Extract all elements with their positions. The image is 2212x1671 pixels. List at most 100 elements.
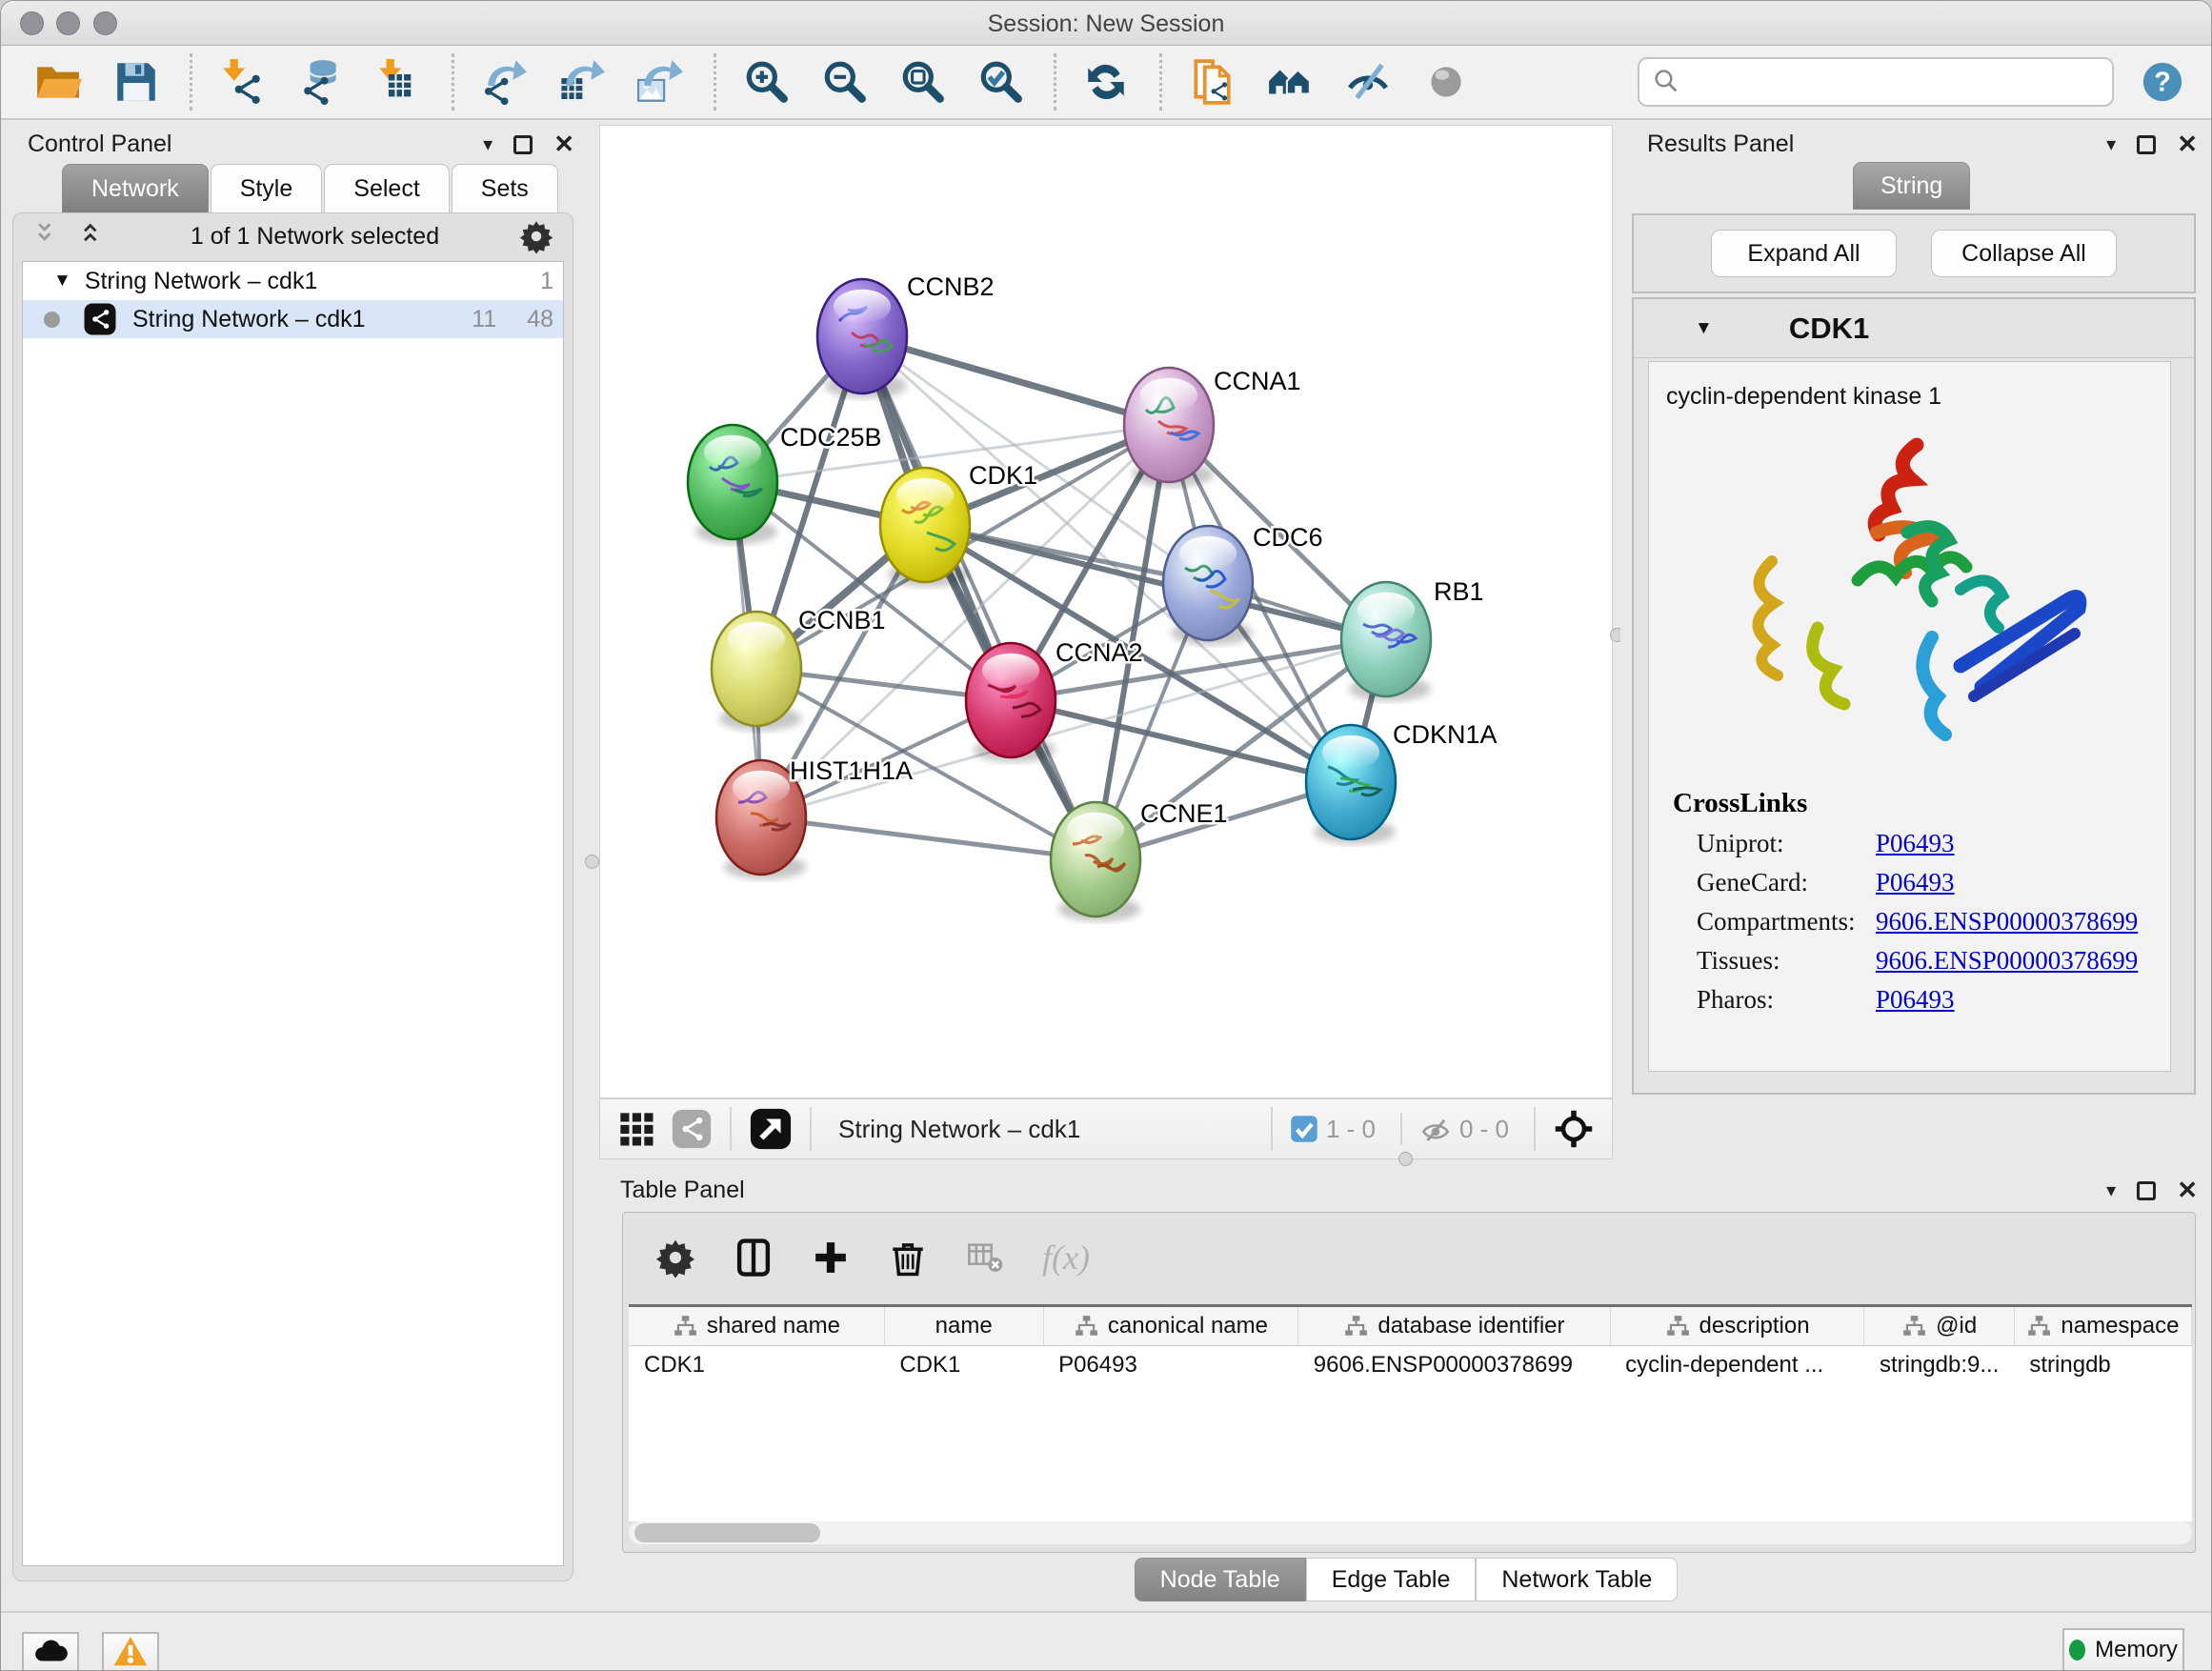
- memory-button[interactable]: Memory: [2062, 1628, 2184, 1671]
- gear-icon[interactable]: [519, 219, 553, 253]
- column-header-namespace[interactable]: namespace: [2014, 1307, 2191, 1345]
- collapse-all-networks-icon[interactable]: [32, 220, 65, 252]
- network-overview-icon[interactable]: [671, 1108, 713, 1150]
- network-canvas[interactable]: CCNB2CCNA1CDC25BCDK1CDC6RB1CCNB1CCNA2CDK…: [599, 125, 1613, 1098]
- float-results-icon[interactable]: ▾: [2106, 132, 2116, 156]
- crosshair-icon[interactable]: [1553, 1108, 1595, 1150]
- horizontal-splitter-handle[interactable]: [1398, 1152, 1413, 1166]
- import-network-file-button[interactable]: [217, 57, 267, 107]
- birds-eye-view-icon[interactable]: [749, 1107, 793, 1151]
- plus-icon[interactable]: [812, 1238, 850, 1277]
- crosslink-link[interactable]: P06493: [1876, 868, 1955, 897]
- node-CCNB1[interactable]: [712, 612, 801, 731]
- search-box[interactable]: [1638, 57, 2114, 107]
- node-CDK1[interactable]: [880, 468, 970, 587]
- help-button[interactable]: ?: [2141, 60, 2184, 104]
- column-header-id[interactable]: @id: [1864, 1307, 2014, 1345]
- network-row[interactable]: String Network – cdk1 11 48: [23, 300, 563, 338]
- node-CCNB2[interactable]: [817, 279, 907, 398]
- tab-select[interactable]: Select: [324, 164, 449, 213]
- tab-sets[interactable]: Sets: [452, 164, 558, 213]
- show-columns-icon[interactable]: [734, 1238, 774, 1278]
- expand-all-button[interactable]: Expand All: [1711, 230, 1897, 277]
- cloud-button[interactable]: [22, 1632, 79, 1671]
- export-image-button[interactable]: [635, 57, 685, 107]
- center-view-icon[interactable]: [1553, 1108, 1595, 1150]
- export-network-button[interactable]: [479, 57, 529, 107]
- export-table-button[interactable]: [557, 57, 607, 107]
- show-grid-icon[interactable]: [617, 1110, 655, 1148]
- node-RB1[interactable]: [1341, 582, 1431, 701]
- tab-network[interactable]: Network: [62, 164, 209, 213]
- overview-share-icon[interactable]: [671, 1108, 713, 1150]
- birds-eye-icon[interactable]: [749, 1107, 793, 1151]
- close-results-icon[interactable]: ✕: [2177, 130, 2198, 159]
- table-cell[interactable]: P06493: [1043, 1345, 1298, 1385]
- table-options-gear-icon[interactable]: [655, 1238, 695, 1278]
- string-network-graph[interactable]: CCNB2CCNA1CDC25BCDK1CDC6RB1CCNB1CCNA2CDK…: [600, 126, 1612, 1097]
- left-splitter-handle[interactable]: [585, 855, 599, 869]
- gene-expander-icon[interactable]: ▼: [1695, 318, 1713, 339]
- zoom-fit-button[interactable]: [897, 57, 947, 107]
- expand-all-networks-icon[interactable]: [78, 220, 111, 252]
- collapse-all-button[interactable]: Collapse All: [1931, 230, 2117, 277]
- node-CDC25B[interactable]: [688, 425, 777, 544]
- import-network-database-button[interactable]: [295, 57, 345, 107]
- search-input[interactable]: [1693, 69, 2093, 95]
- table-cell[interactable]: CDK1: [884, 1345, 1043, 1385]
- ball-button[interactable]: [1421, 57, 1471, 107]
- node-CCNA2[interactable]: [966, 643, 1056, 762]
- crosslink-link[interactable]: P06493: [1876, 829, 1955, 858]
- save-session-button[interactable]: [111, 57, 161, 107]
- column-header-description[interactable]: description: [1610, 1307, 1864, 1345]
- open-session-button[interactable]: [33, 57, 83, 107]
- selected-nodes-checkbox-icon[interactable]: [1290, 1115, 1318, 1143]
- grid-icon[interactable]: [617, 1110, 655, 1148]
- expand-all-icon[interactable]: [78, 220, 111, 252]
- maximize-results-icon[interactable]: [2137, 135, 2156, 154]
- tab-edge-table[interactable]: Edge Table: [1306, 1558, 1477, 1601]
- column-header-sharedname[interactable]: shared name: [629, 1307, 884, 1345]
- home-button[interactable]: [1265, 57, 1315, 107]
- column-header-databaseidentifier[interactable]: database identifier: [1298, 1307, 1610, 1345]
- network-options-gear-icon[interactable]: [519, 219, 553, 253]
- table-cell[interactable]: CDK1: [629, 1345, 884, 1385]
- column-header-canonicalname[interactable]: canonical name: [1043, 1307, 1298, 1345]
- trash-icon[interactable]: [888, 1238, 928, 1278]
- gene-section-header[interactable]: ▼ CDK1: [1634, 299, 2194, 358]
- tab-string[interactable]: String: [1853, 162, 1970, 210]
- table-cell[interactable]: 9606.ENSP00000378699: [1298, 1345, 1610, 1385]
- maximize-panel-icon[interactable]: [513, 135, 533, 154]
- help-icon[interactable]: ?: [2141, 60, 2184, 104]
- crosslink-link[interactable]: P06493: [1876, 985, 1955, 1015]
- table-row[interactable]: CDK1CDK1P064939606.ENSP00000378699cyclin…: [629, 1345, 2192, 1385]
- node-CDC6[interactable]: [1163, 526, 1253, 645]
- close-table-icon[interactable]: ✕: [2177, 1176, 2198, 1205]
- tab-node-table[interactable]: Node Table: [1135, 1558, 1306, 1601]
- close-panel-icon[interactable]: ✕: [553, 130, 574, 159]
- zoom-in-button[interactable]: [741, 57, 791, 107]
- zoom-out-button[interactable]: [819, 57, 869, 107]
- node-CDKN1A[interactable]: [1306, 725, 1396, 844]
- warning-button[interactable]: [102, 1632, 159, 1671]
- tab-network-table[interactable]: Network Table: [1476, 1558, 1678, 1601]
- crosslink-link[interactable]: 9606.ENSP00000378699: [1876, 907, 2138, 936]
- columns-icon[interactable]: [734, 1238, 774, 1278]
- import-table-button[interactable]: [373, 57, 423, 107]
- table-cell[interactable]: stringdb: [2014, 1345, 2191, 1385]
- table-gear-icon[interactable]: [655, 1238, 695, 1278]
- refresh-button[interactable]: [1081, 57, 1131, 107]
- crosslink-link[interactable]: 9606.ENSP00000378699: [1876, 946, 2138, 976]
- network-from-clipboard-button[interactable]: [1187, 57, 1237, 107]
- network-collection-row[interactable]: ▼ String Network – cdk1 1: [23, 262, 563, 300]
- table-horizontal-scrollbar[interactable]: [629, 1521, 2192, 1544]
- add-column-icon[interactable]: [812, 1238, 850, 1277]
- float-table-icon[interactable]: ▾: [2106, 1178, 2116, 1202]
- graphics-details-button[interactable]: [1343, 57, 1393, 107]
- tab-style[interactable]: Style: [211, 164, 323, 213]
- scrollbar-thumb[interactable]: [634, 1523, 820, 1542]
- zoom-selected-button[interactable]: [975, 57, 1025, 107]
- collection-expander-icon[interactable]: ▼: [53, 271, 71, 292]
- collapse-all-icon[interactable]: [32, 220, 65, 252]
- maximize-table-icon[interactable]: [2137, 1181, 2156, 1200]
